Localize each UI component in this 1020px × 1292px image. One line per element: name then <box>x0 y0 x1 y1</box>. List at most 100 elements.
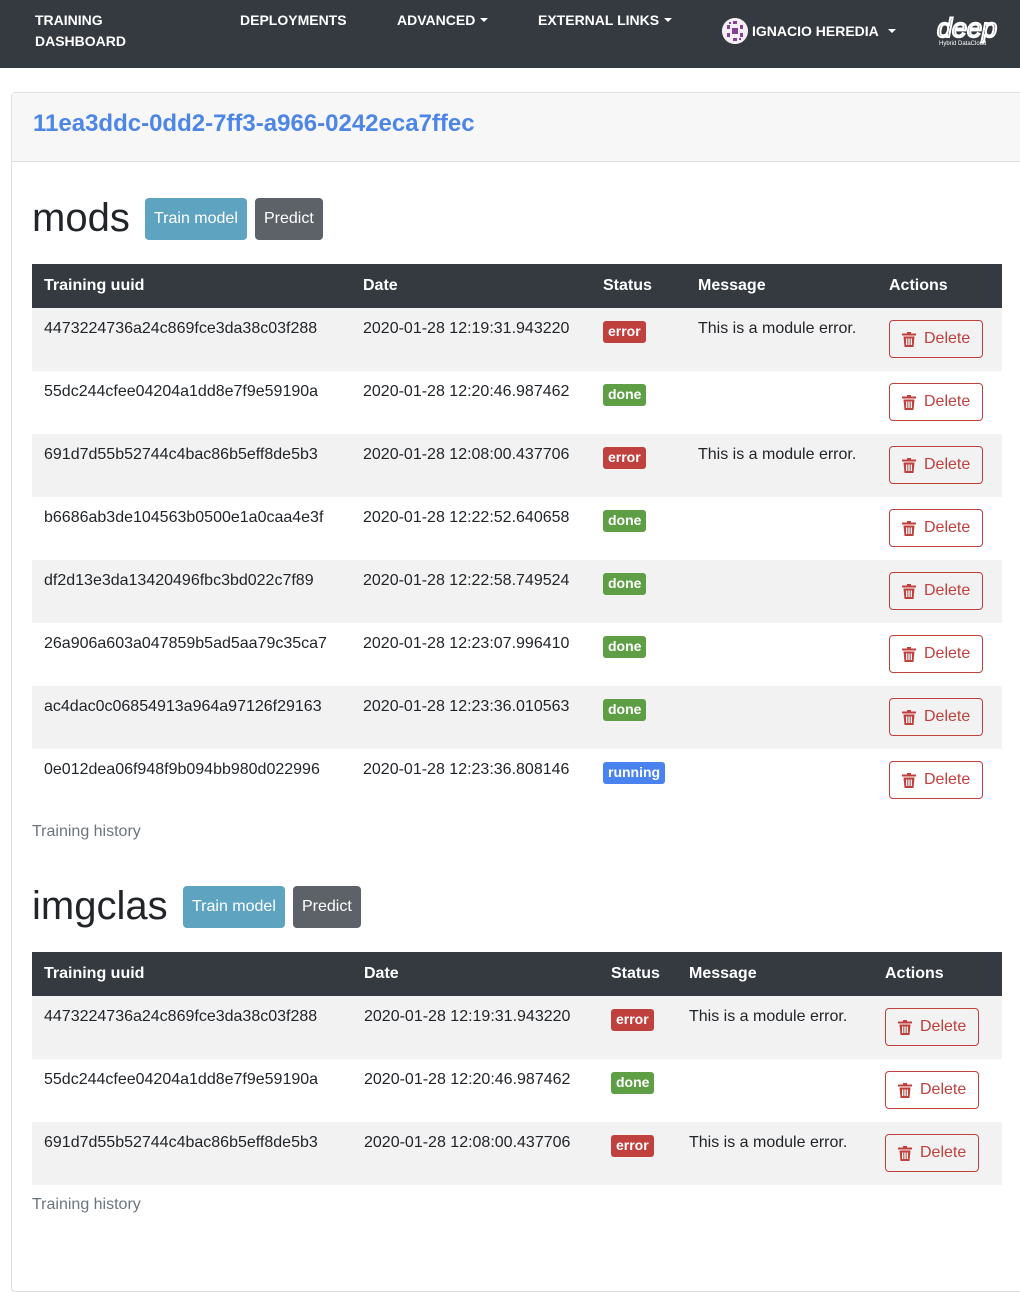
training-date: 2020-01-28 12:23:07.996410 <box>363 635 570 652</box>
status-cell: running <box>591 749 686 812</box>
training-date: 2020-01-28 12:22:58.749524 <box>363 572 570 589</box>
brand-link[interactable]: TRAINING DASHBOARD <box>35 10 155 52</box>
status-cell: done <box>599 1059 677 1122</box>
training-uuid: 55dc244cfee04204a1dd8e7f9e59190a <box>44 383 319 400</box>
actions-cell: Delete <box>877 560 1002 623</box>
delete-label: Delete <box>924 708 971 725</box>
table-row: 0e012dea06f948f9b094bb980d022996 2020-01-… <box>32 749 1002 812</box>
table-row: 26a906a603a047859b5ad5aa79c35ca7 2020-01-… <box>32 623 1002 686</box>
training-date: 2020-01-28 12:08:00.437706 <box>363 446 570 463</box>
logo-text: deep <box>937 13 997 43</box>
status-badge: done <box>611 1072 655 1094</box>
delete-label: Delete <box>920 1144 967 1161</box>
actions-cell: Delete <box>873 1122 1002 1185</box>
status-cell: error <box>591 308 686 371</box>
training-uuid: 691d7d55b52744c4bac86b5eff8de5b3 <box>44 1134 318 1151</box>
training-message: This is a module error. <box>689 1134 848 1151</box>
nav-external-links-label: EXTERNAL LINKS <box>538 12 660 28</box>
training-history-link[interactable]: Training history <box>32 1196 141 1214</box>
table-row: 691d7d55b52744c4bac86b5eff8de5b3 2020-01-… <box>32 1122 1002 1185</box>
delete-button[interactable]: Delete <box>889 572 984 610</box>
navbar: TRAINING DASHBOARD DEPLOYMENTS ADVANCED … <box>0 0 1020 68</box>
training-date: 2020-01-28 12:23:36.808146 <box>363 761 570 778</box>
predict-button[interactable]: Predict <box>293 886 361 928</box>
status-cell: done <box>591 623 686 686</box>
status-badge: done <box>603 699 647 721</box>
training-uuid: b6686ab3de104563b0500e1a0caa4e3f <box>44 509 324 526</box>
module-title: imgclas <box>32 884 168 928</box>
caret-down-icon <box>664 18 673 22</box>
training-uuid: 26a906a603a047859b5ad5aa79c35ca7 <box>44 635 327 652</box>
training-history-link[interactable]: Training history <box>32 823 141 841</box>
trash-icon <box>902 331 916 347</box>
user-menu-dropdown[interactable]: IGNACIO HEREDIA <box>722 18 896 44</box>
status-badge: done <box>603 636 647 658</box>
column-header: Message <box>698 277 766 294</box>
training-uuid: 4473224736a24c869fce3da38c03f288 <box>44 1008 318 1025</box>
delete-label: Delete <box>920 1081 967 1098</box>
status-badge: running <box>603 762 666 784</box>
delete-button[interactable]: Delete <box>885 1134 980 1172</box>
status-cell: done <box>591 371 686 434</box>
training-date: 2020-01-28 12:19:31.943220 <box>364 1008 571 1025</box>
trash-icon <box>902 772 916 788</box>
status-badge: error <box>603 321 646 343</box>
training-date: 2020-01-28 12:19:31.943220 <box>363 320 570 337</box>
training-date: 2020-01-28 12:22:52.640658 <box>363 509 570 526</box>
deep-logo[interactable]: deep Hybrid DataCloud <box>936 12 1010 52</box>
table-body: 4473224736a24c869fce3da38c03f288 2020-01-… <box>32 308 1002 812</box>
status-badge: done <box>603 384 647 406</box>
train-model-button[interactable]: Train model <box>145 198 247 240</box>
delete-button[interactable]: Delete <box>885 1008 980 1046</box>
delete-button[interactable]: Delete <box>889 698 984 736</box>
column-header: Message <box>689 965 757 982</box>
nav-advanced-dropdown[interactable]: ADVANCED <box>397 10 489 31</box>
delete-label: Delete <box>924 330 971 347</box>
training-uuid: 0e012dea06f948f9b094bb980d022996 <box>44 761 320 778</box>
delete-button[interactable]: Delete <box>889 383 984 421</box>
table-row: 55dc244cfee04204a1dd8e7f9e59190a 2020-01-… <box>32 1059 1002 1122</box>
table-row: 691d7d55b52744c4bac86b5eff8de5b3 2020-01-… <box>32 434 1002 497</box>
trainings-table: Training uuid Date Status Message Action… <box>32 264 1002 812</box>
delete-button[interactable]: Delete <box>889 320 984 358</box>
status-cell: done <box>591 686 686 749</box>
trash-icon <box>898 1082 912 1098</box>
table-row: b6686ab3de104563b0500e1a0caa4e3f 2020-01-… <box>32 497 1002 560</box>
training-date: 2020-01-28 12:23:36.010563 <box>363 698 570 715</box>
card-title-link[interactable]: 11ea3ddc-0dd2-7ff3-a966-0242eca7ffec <box>33 110 475 138</box>
train-model-button[interactable]: Train model <box>183 886 285 928</box>
actions-cell: Delete <box>877 686 1002 749</box>
trash-icon <box>902 520 916 536</box>
table-header-row: Training uuid Date Status Message Action… <box>32 952 1002 996</box>
training-uuid: df2d13e3da13420496fbc3bd022c7f89 <box>44 572 314 589</box>
caret-down-icon <box>887 29 896 33</box>
logo-subtitle: Hybrid DataCloud <box>939 41 986 47</box>
delete-button[interactable]: Delete <box>889 761 984 799</box>
actions-cell: Delete <box>877 434 1002 497</box>
column-header: Status <box>603 277 652 294</box>
training-message: This is a module error. <box>698 446 857 463</box>
predict-button[interactable]: Predict <box>255 198 323 240</box>
actions-cell: Delete <box>873 996 1002 1059</box>
delete-button[interactable]: Delete <box>889 446 984 484</box>
trash-icon <box>898 1145 912 1161</box>
delete-button[interactable]: Delete <box>885 1071 980 1109</box>
delete-button[interactable]: Delete <box>889 635 984 673</box>
delete-button[interactable]: Delete <box>889 509 984 547</box>
delete-label: Delete <box>920 1018 967 1035</box>
status-badge: done <box>603 573 647 595</box>
table-row: ac4dac0c06854913a964a97126f29163 2020-01-… <box>32 686 1002 749</box>
nav-deployments[interactable]: DEPLOYMENTS <box>240 10 347 31</box>
table-row: 55dc244cfee04204a1dd8e7f9e59190a 2020-01-… <box>32 371 1002 434</box>
delete-label: Delete <box>924 519 971 536</box>
training-message: This is a module error. <box>698 320 857 337</box>
nav-external-links-dropdown[interactable]: EXTERNAL LINKS <box>538 10 673 31</box>
caret-down-icon <box>480 18 489 22</box>
table-header-row: Training uuid Date Status Message Action… <box>32 264 1002 308</box>
training-uuid: 55dc244cfee04204a1dd8e7f9e59190a <box>44 1071 319 1088</box>
column-header: Status <box>611 965 660 982</box>
column-header: Actions <box>885 965 944 982</box>
training-message <box>686 749 877 812</box>
trash-icon <box>902 457 916 473</box>
training-message: This is a module error. <box>689 1008 848 1025</box>
